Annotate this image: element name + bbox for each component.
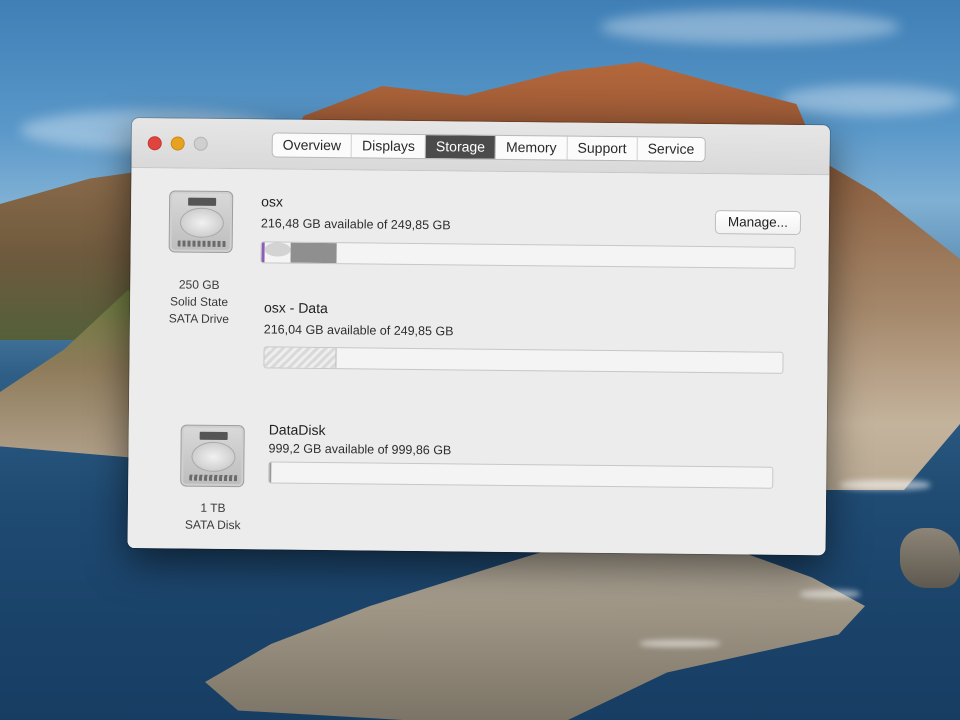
bar-segment-used [269,462,272,483]
volume-available: 216,04 GB available of 249,85 GB [263,322,454,339]
tab-support[interactable]: Support [567,136,638,161]
volume-available: 999,2 GB available of 999,86 GB [268,441,452,458]
drive-type: Solid State [169,294,229,310]
drive-capacity: 1 TB [200,500,226,515]
close-button[interactable] [147,136,162,151]
storage-panel: 250 GB Solid State SATA Drive osx 216,48… [127,167,830,556]
manage-button[interactable]: Manage... [714,210,802,236]
window-controls [147,136,208,151]
bar-segment-used [290,242,337,264]
tab-overview[interactable]: Overview [272,133,353,158]
tab-bar: Overview Displays Storage Memory Support… [271,132,706,163]
bar-segment-purgeable [264,347,337,369]
about-this-mac-window: Overview Displays Storage Memory Support… [127,118,830,556]
storage-bar-osx [260,241,796,269]
volume-name: DataDisk [268,421,326,439]
bar-segment-system [261,242,265,263]
storage-bar-osx-data [263,346,784,374]
tab-service[interactable]: Service [638,137,705,161]
drive-capacity: 250 GB [178,277,220,292]
tab-storage[interactable]: Storage [425,135,497,159]
tab-memory[interactable]: Memory [495,135,568,160]
drive-caption-ssd: 250 GB Solid State SATA Drive [144,276,255,328]
hard-drive-icon [180,424,245,488]
rocky-shore [205,530,865,720]
storage-bar-datadisk [268,461,774,489]
hard-drive-icon [168,190,234,254]
tab-displays[interactable]: Displays [351,134,427,159]
volume-name: osx - Data [263,299,328,317]
right-cliff [820,160,960,490]
title-bar[interactable]: Overview Displays Storage Memory Support… [131,118,830,176]
drive-interface: SATA Disk [184,517,241,533]
sea-rock [900,528,960,588]
zoom-button[interactable] [193,136,208,151]
volume-name: osx [261,193,284,210]
drive-caption-sata: 1 TB SATA Disk [158,499,268,534]
drive-interface: SATA Drive [168,311,230,327]
bar-segment-other [264,242,291,257]
minimize-button[interactable] [170,136,185,151]
volume-available: 216,48 GB available of 249,85 GB [260,216,451,233]
